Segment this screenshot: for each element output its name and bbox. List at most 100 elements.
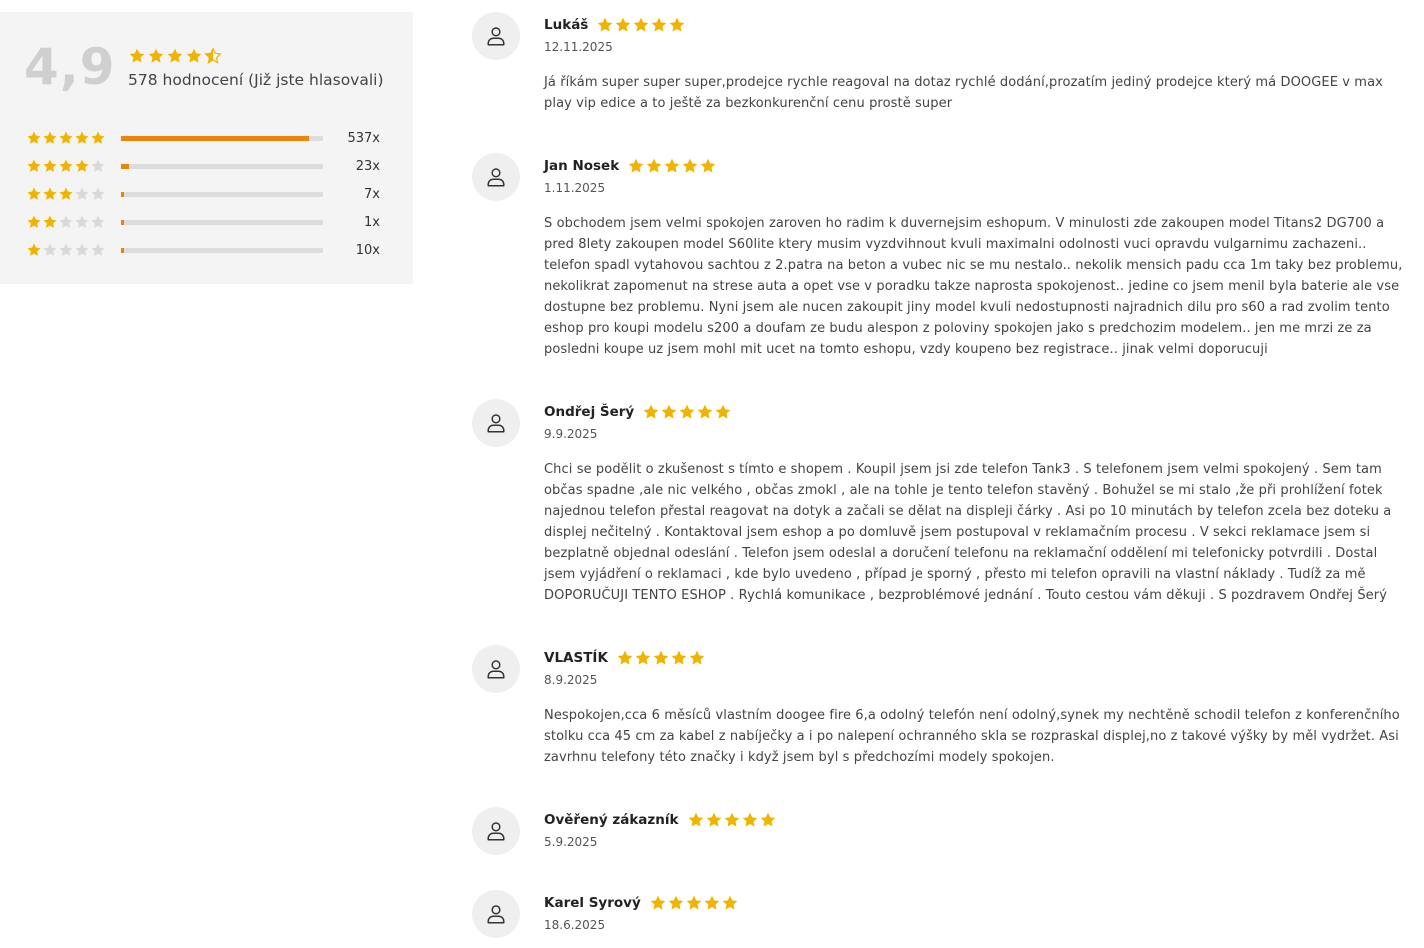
review-stars bbox=[687, 811, 777, 829]
star-icon bbox=[617, 650, 633, 665]
user-outline-icon bbox=[487, 905, 505, 924]
star-icon bbox=[91, 131, 105, 144]
star-icon bbox=[706, 812, 721, 827]
review-stars bbox=[627, 157, 717, 175]
review-date: 8.9.2025 bbox=[544, 673, 598, 687]
star-icon bbox=[646, 158, 662, 173]
star-icon bbox=[661, 404, 677, 419]
star-icon bbox=[43, 243, 57, 256]
distribution-row-2[interactable]: 1x bbox=[26, 208, 386, 236]
row-stars bbox=[26, 242, 121, 258]
star-icon bbox=[633, 17, 649, 32]
distribution-bar bbox=[121, 219, 323, 225]
star-icon bbox=[700, 158, 716, 173]
distribution-bar-fill bbox=[121, 191, 125, 197]
review-stars bbox=[642, 403, 732, 421]
distribution-row-4[interactable]: 23x bbox=[26, 152, 386, 180]
user-icon bbox=[472, 645, 520, 693]
reviewer-name: Ondřej Šerý bbox=[544, 404, 635, 420]
user-icon bbox=[472, 12, 520, 60]
star-icon bbox=[697, 404, 713, 419]
star-icon bbox=[27, 131, 41, 144]
distribution-bar bbox=[121, 135, 323, 141]
average-rating: 4,9 bbox=[24, 38, 116, 96]
star-icon bbox=[615, 17, 631, 32]
star-icon bbox=[43, 131, 57, 144]
review-header: Ondřej Šerý bbox=[544, 401, 732, 423]
review-date: 1.11.2025 bbox=[544, 181, 606, 195]
star-icon bbox=[722, 895, 738, 910]
star-icon bbox=[204, 47, 222, 64]
user-icon bbox=[472, 890, 520, 938]
distribution-count: 1x bbox=[364, 214, 380, 230]
review-text: Chci se podělit o zkušenost s tímto e sh… bbox=[544, 462, 1392, 603]
star-icon bbox=[59, 131, 73, 144]
star-icon bbox=[59, 187, 73, 200]
user-outline-icon bbox=[487, 27, 505, 46]
star-icon bbox=[668, 895, 684, 910]
star-icon bbox=[27, 159, 41, 172]
row-stars bbox=[26, 186, 121, 202]
review-header: VLASTÍK bbox=[544, 647, 706, 669]
star-icon bbox=[75, 159, 89, 172]
review-header: Jan Nosek bbox=[544, 155, 717, 177]
star-icon bbox=[679, 404, 695, 419]
reviewer-name: Lukáš bbox=[544, 17, 589, 33]
review-stars bbox=[596, 16, 686, 34]
distribution-bar-fill bbox=[121, 163, 130, 169]
star-icon bbox=[724, 812, 739, 827]
star-icon bbox=[597, 17, 613, 32]
star-icon bbox=[628, 158, 644, 173]
rating-distribution: 537x 23x 7x 1x 10x bbox=[26, 124, 386, 264]
user-icon bbox=[472, 807, 520, 855]
star-icon bbox=[669, 17, 685, 32]
row-stars bbox=[26, 214, 121, 230]
star-icon bbox=[715, 404, 731, 419]
reviews-page: 4,9 578 hodnocení (Již jste hlasovali) 5… bbox=[0, 0, 1424, 948]
star-icon bbox=[43, 215, 57, 228]
star-icon bbox=[643, 404, 659, 419]
distribution-count: 10x bbox=[355, 242, 380, 258]
distribution-bar-fill bbox=[121, 219, 125, 225]
rating-summary: 4,9 578 hodnocení (Již jste hlasovali) 5… bbox=[0, 12, 413, 284]
star-icon bbox=[75, 243, 89, 256]
star-icon bbox=[686, 895, 702, 910]
star-icon bbox=[59, 243, 73, 256]
star-icon bbox=[43, 159, 57, 172]
star-icon bbox=[27, 187, 41, 200]
review-header: Karel Syrový bbox=[544, 892, 739, 914]
star-icon bbox=[688, 812, 703, 827]
distribution-row-1[interactable]: 10x bbox=[26, 236, 386, 264]
star-icon bbox=[760, 812, 775, 827]
review-stars bbox=[616, 649, 706, 667]
review-text: Nespokojen,cca 6 měsíců vlastním doogee … bbox=[544, 708, 1400, 765]
user-outline-icon bbox=[487, 168, 505, 187]
star-icon bbox=[689, 650, 705, 665]
distribution-count: 23x bbox=[355, 158, 380, 174]
star-icon bbox=[91, 187, 105, 200]
user-outline-icon bbox=[487, 660, 505, 679]
distribution-count: 537x bbox=[347, 130, 380, 146]
review-date: 9.9.2025 bbox=[544, 427, 598, 441]
review-date: 5.9.2025 bbox=[544, 835, 598, 849]
star-icon bbox=[664, 158, 680, 173]
star-icon bbox=[27, 215, 41, 228]
distribution-row-5[interactable]: 537x bbox=[26, 124, 386, 152]
star-icon bbox=[59, 159, 73, 172]
star-icon bbox=[59, 215, 73, 228]
review-text: S obchodem jsem velmi spokojen zaroven h… bbox=[544, 216, 1403, 357]
user-outline-icon bbox=[487, 414, 505, 433]
distribution-bar bbox=[121, 163, 323, 169]
star-icon bbox=[651, 17, 667, 32]
star-icon bbox=[91, 159, 105, 172]
user-icon bbox=[472, 399, 520, 447]
star-icon bbox=[167, 48, 183, 63]
star-icon bbox=[653, 650, 669, 665]
review-date: 12.11.2025 bbox=[544, 40, 613, 54]
reviewer-name: Ověřený zákazník bbox=[544, 812, 679, 828]
star-icon bbox=[43, 187, 57, 200]
distribution-row-3[interactable]: 7x bbox=[26, 180, 386, 208]
star-icon bbox=[91, 215, 105, 228]
review-header: Lukáš bbox=[544, 14, 686, 36]
distribution-count: 7x bbox=[364, 186, 380, 202]
